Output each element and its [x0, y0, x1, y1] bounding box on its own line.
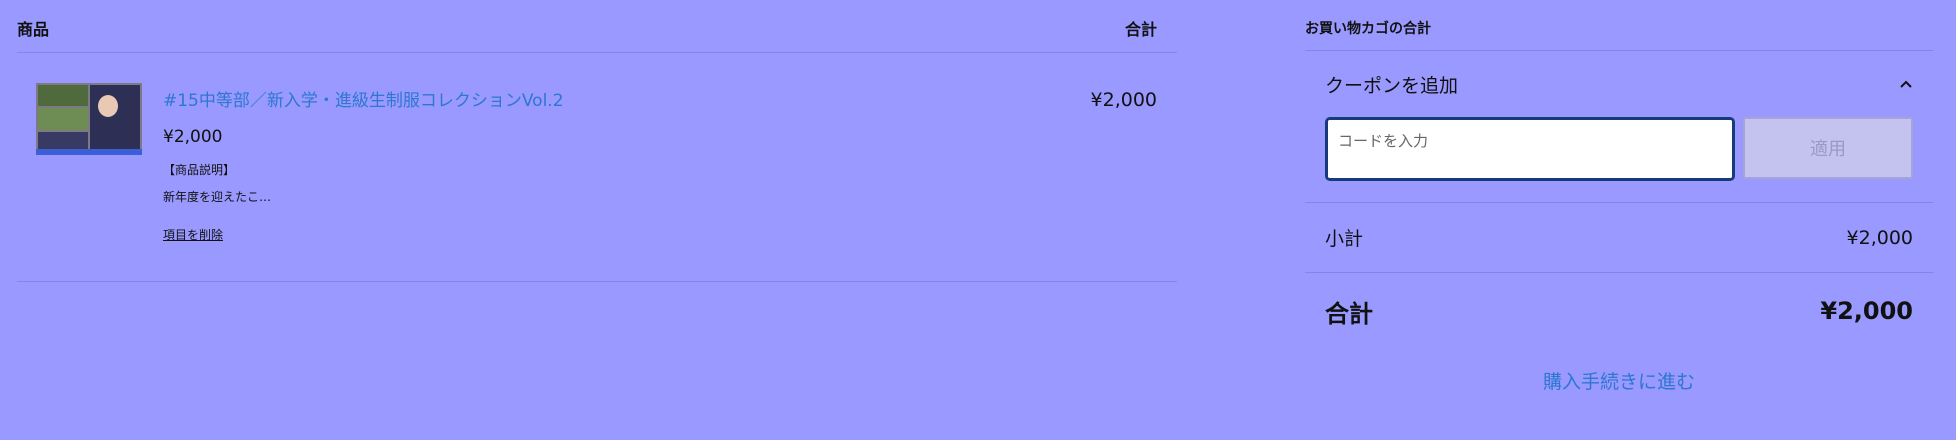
cart-table-header: 商品 合計: [17, 0, 1177, 53]
coupon-form: 適用: [1305, 117, 1933, 203]
cart-items-table: 商品 合計 #15中等部／新入学・進級生制服コレクションVol.2 ¥2,000…: [17, 0, 1177, 282]
total-label: 合計: [1325, 299, 1373, 328]
proceed-to-checkout-link[interactable]: 購入手続きに進む: [1305, 367, 1933, 394]
cart-page: 商品 合計 #15中等部／新入学・進級生制服コレクションVol.2 ¥2,000…: [0, 0, 1956, 440]
total-value: ¥2,000: [1820, 297, 1913, 325]
coupon-toggle-label: クーポンを追加: [1325, 74, 1459, 97]
subtotal-row: 小計 ¥2,000: [1305, 203, 1933, 273]
product-thumbnail[interactable]: [36, 83, 142, 155]
coupon-code-input[interactable]: [1325, 117, 1735, 181]
product-description: 新年度を迎えたこ…: [163, 190, 272, 204]
cart-item-row: #15中等部／新入学・進級生制服コレクションVol.2 ¥2,000 【商品説明…: [17, 53, 1177, 282]
cart-totals-title: お買い物カゴの合計: [1305, 0, 1933, 51]
header-total: 合計: [1124, 20, 1157, 39]
product-title-link[interactable]: #15中等部／新入学・進級生制服コレクションVol.2: [163, 86, 564, 111]
apply-coupon-button[interactable]: 適用: [1743, 117, 1913, 179]
subtotal-label: 小計: [1325, 228, 1364, 250]
item-details: #15中等部／新入学・進級生制服コレクションVol.2 ¥2,000 【商品説明…: [163, 86, 564, 243]
product-price: ¥2,000: [163, 127, 223, 147]
remove-item-link[interactable]: 項目を削除: [163, 226, 223, 243]
subtotal-value: ¥2,000: [1846, 226, 1913, 249]
header-product: 商品: [17, 20, 50, 39]
cart-totals: お買い物カゴの合計 クーポンを追加 適用 小計 ¥2,000 合計 ¥2,000…: [1305, 0, 1933, 394]
coupon-toggle[interactable]: クーポンを追加: [1305, 51, 1933, 117]
product-description-heading: 【商品説明】: [163, 163, 236, 177]
total-row: 合計 ¥2,000: [1305, 273, 1933, 349]
line-total: ¥2,000: [1090, 89, 1157, 111]
chevron-up-icon[interactable]: [1899, 77, 1913, 91]
